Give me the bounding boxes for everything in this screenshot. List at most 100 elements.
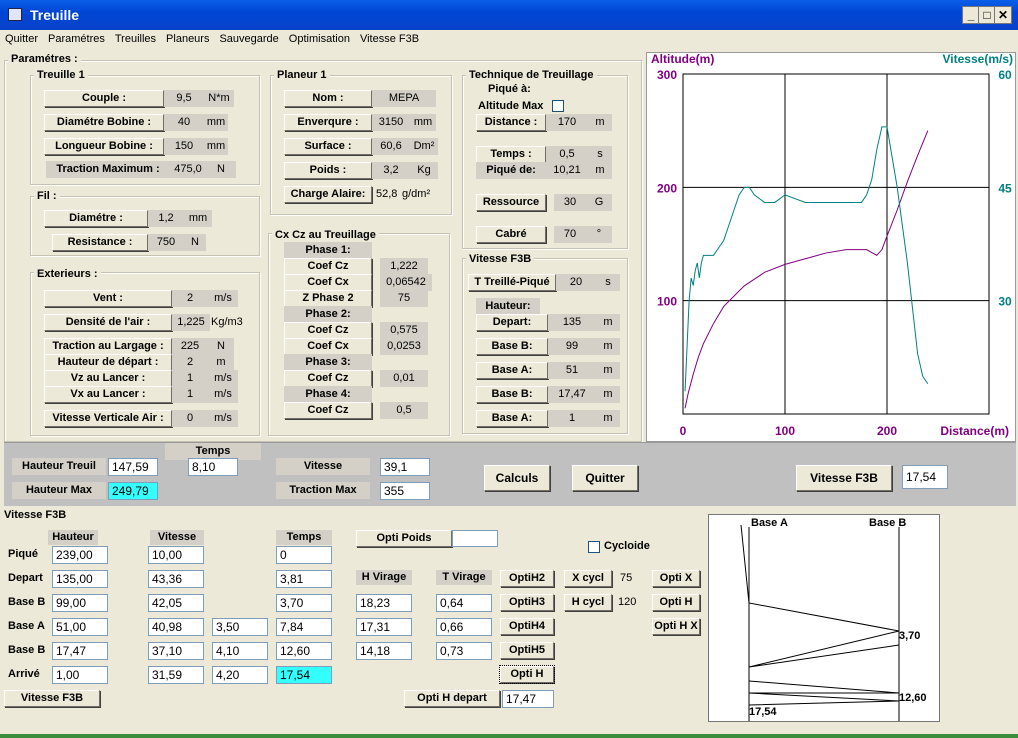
row-temps[interactable]: 3,81 — [276, 570, 332, 588]
temps-field[interactable]: 8,10 — [188, 458, 238, 476]
nom-button[interactable]: Nom : — [284, 90, 372, 107]
row-temps[interactable]: 12,60 — [276, 642, 332, 660]
base-a1-button[interactable]: Base A: — [476, 362, 548, 379]
vitesse-verticale-air-button[interactable]: Vitesse Verticale Air : — [44, 410, 172, 427]
vitesse-f3b-calc-button[interactable]: Vitesse F3B — [796, 465, 892, 491]
row-hauteur[interactable]: 99,00 — [52, 594, 108, 612]
t-treille-pique-button[interactable]: T Treillé-Piqué — [468, 274, 556, 291]
menu-planeurs[interactable]: Planeurs — [161, 30, 214, 45]
opti-h-cycl-button[interactable]: Opti H — [652, 594, 700, 611]
largage-button[interactable]: Traction au Largage : — [44, 338, 172, 355]
optih4-button[interactable]: OptiH4 — [500, 618, 554, 635]
opti-poids-field[interactable] — [452, 530, 498, 547]
charge-alaire-button[interactable]: Charge Alaire: — [284, 186, 372, 203]
cycloide-checkbox[interactable] — [588, 541, 600, 553]
row-extra[interactable]: 3,50 — [212, 618, 268, 636]
opti-h-button[interactable]: Opti H — [499, 665, 555, 684]
row-t-virage[interactable]: 0,73 — [436, 642, 492, 660]
z-phase2-button[interactable]: Z Phase 2 — [284, 290, 372, 307]
vitesse-field[interactable]: 39,1 — [380, 458, 430, 476]
cxcz-title: Cx Cz au Treuillage — [272, 229, 379, 241]
row-h-virage[interactable]: 17,31 — [356, 618, 412, 636]
row-hauteur[interactable]: 239,00 — [52, 546, 108, 564]
ressource-button[interactable]: Ressource — [476, 194, 546, 211]
depart-button[interactable]: Depart: — [476, 314, 548, 331]
row-t-virage[interactable]: 0,66 — [436, 618, 492, 636]
opti-h-depart-button[interactable]: Opti H depart — [404, 690, 500, 707]
row-temps[interactable]: 3,70 — [276, 594, 332, 612]
couple-button[interactable]: Couple : — [44, 90, 164, 107]
opti-poids-button[interactable]: Opti Poids — [356, 530, 452, 547]
row-extra[interactable]: 4,20 — [212, 666, 268, 684]
poids-button[interactable]: Poids : — [284, 162, 372, 179]
x-cycl-button[interactable]: X cycl — [564, 570, 612, 587]
envergure-button[interactable]: Enverqure : — [284, 114, 372, 131]
vitesse-f3b-bottom-button[interactable]: Vitesse F3B — [4, 690, 100, 707]
surface-button[interactable]: Surface : — [284, 138, 372, 155]
row-temps[interactable]: 17,54 — [276, 666, 332, 684]
phase2-cz-button[interactable]: Coef Cz — [284, 322, 372, 339]
row-vitesse[interactable]: 31,59 — [148, 666, 204, 684]
row-hauteur[interactable]: 17,47 — [52, 642, 108, 660]
fil-resistance-button[interactable]: Resistance : — [52, 234, 148, 251]
phase1-cx-button[interactable]: Coef Cx — [284, 274, 372, 291]
row-temps[interactable]: 7,84 — [276, 618, 332, 636]
traction-max-field[interactable]: 355 — [380, 482, 430, 500]
hauteur-max-field[interactable]: 249,79 — [108, 482, 158, 500]
densite-unit: Kg/m3 — [211, 316, 243, 328]
row-t-virage[interactable]: 0,64 — [436, 594, 492, 612]
quitter-button[interactable]: Quitter — [572, 465, 638, 491]
optih3-button[interactable]: OptiH3 — [500, 594, 554, 611]
row-vitesse[interactable]: 37,10 — [148, 642, 204, 660]
row-vitesse[interactable]: 40,98 — [148, 618, 204, 636]
row-hauteur[interactable]: 1,00 — [52, 666, 108, 684]
cabre-button[interactable]: Cabré — [476, 226, 546, 243]
h-cycl-button[interactable]: H cycl — [564, 594, 612, 611]
menu-quitter[interactable]: Quitter — [0, 30, 43, 45]
optih5-button[interactable]: OptiH5 — [500, 642, 554, 659]
hauteur-treuil-field[interactable]: 147,59 — [108, 458, 158, 476]
distance-button[interactable]: Distance : — [476, 114, 546, 131]
base-b2-button[interactable]: Base B: — [476, 386, 548, 403]
row-h-virage[interactable]: 14,18 — [356, 642, 412, 660]
phase1-cz-button[interactable]: Coef Cz — [284, 258, 372, 275]
row-h-virage[interactable]: 18,23 — [356, 594, 412, 612]
menu-sauvegarde[interactable]: Sauvegarde — [214, 30, 283, 45]
vitesse-f3b-result-field[interactable]: 17,54 — [902, 465, 948, 489]
row-vitesse[interactable]: 10,00 — [148, 546, 204, 564]
close-button[interactable]: ✕ — [994, 6, 1012, 24]
fil-diametre-value: 1,2 — [148, 210, 184, 227]
menu-optimisation[interactable]: Optimisation — [284, 30, 355, 45]
vz-lancer-button[interactable]: Vz au Lancer : — [44, 370, 172, 387]
vx-lancer-button[interactable]: Vx au Lancer : — [44, 386, 172, 403]
menu-treuilles[interactable]: Treuilles — [110, 30, 161, 45]
temps-button[interactable]: Temps : — [476, 146, 546, 163]
phase3-cz-button[interactable]: Coef Cz — [284, 370, 372, 387]
longueur-bobine-button[interactable]: Longueur Bobine : — [44, 138, 164, 155]
opti-h-x-button[interactable]: Opti H X — [652, 618, 700, 635]
phase4-cz-button[interactable]: Coef Cz — [284, 402, 372, 419]
menu-parametres[interactable]: Paramétres — [43, 30, 110, 45]
optih2-button[interactable]: OptiH2 — [500, 570, 554, 587]
menu-vitesse-f3b[interactable]: Vitesse F3B — [355, 30, 424, 45]
calculs-button[interactable]: Calculs — [484, 465, 550, 491]
densite-button[interactable]: Densité de l'air : — [44, 314, 172, 331]
row-hauteur[interactable]: 135,00 — [52, 570, 108, 588]
base-a2-value: 1 — [548, 410, 596, 427]
phase2-cx-button[interactable]: Coef Cx — [284, 338, 372, 355]
row-vitesse[interactable]: 43,36 — [148, 570, 204, 588]
row-hauteur[interactable]: 51,00 — [52, 618, 108, 636]
poids-unit: Kg — [410, 162, 438, 179]
hauteur-depart-button[interactable]: Hauteur de départ : — [44, 354, 172, 371]
base-a2-button[interactable]: Base A: — [476, 410, 548, 427]
base-b1-button[interactable]: Base B: — [476, 338, 548, 355]
altitude-max-checkbox[interactable] — [552, 100, 564, 112]
row-vitesse[interactable]: 42,05 — [148, 594, 204, 612]
row-temps[interactable]: 0 — [276, 546, 332, 564]
vent-button[interactable]: Vent : — [44, 290, 172, 307]
opti-h-depart-field[interactable]: 17,47 — [502, 690, 554, 708]
fil-diametre-button[interactable]: Diamétre : — [44, 210, 148, 227]
row-extra[interactable]: 4,10 — [212, 642, 268, 660]
opti-x-button[interactable]: Opti X — [652, 570, 700, 587]
diametre-bobine-button[interactable]: Diamétre Bobine : — [44, 114, 164, 131]
